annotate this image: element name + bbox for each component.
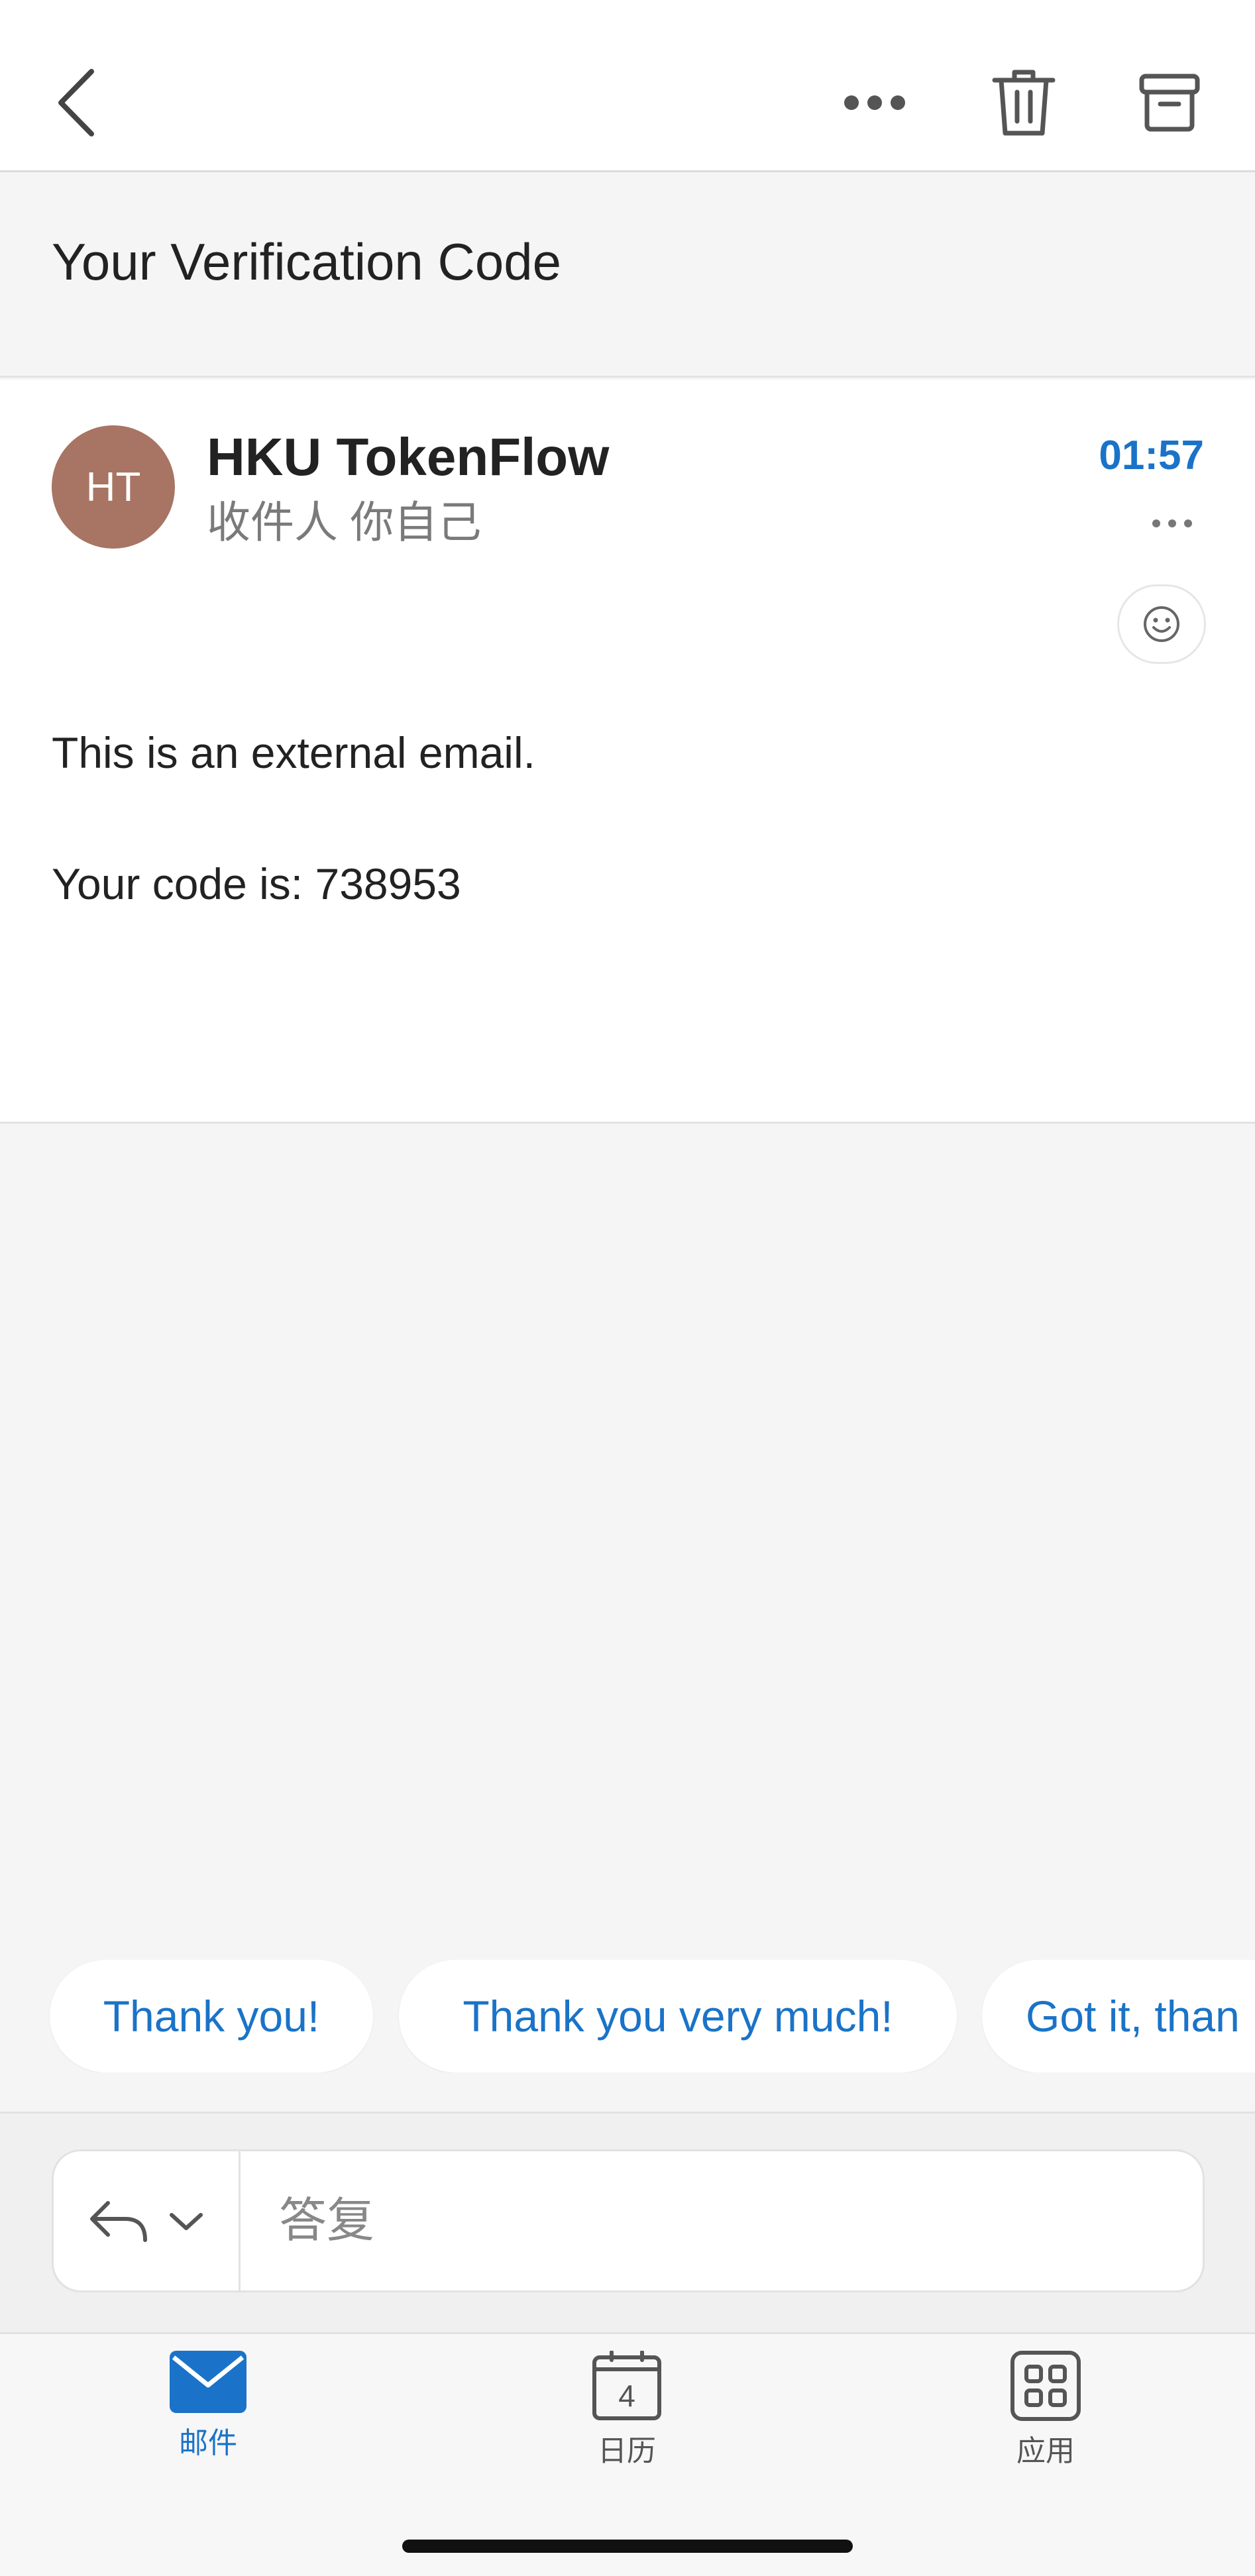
tab-apps[interactable]: 应用 xyxy=(959,2351,1132,2490)
more-horizontal-icon xyxy=(844,95,905,110)
trash-icon xyxy=(992,70,1056,136)
archive-icon xyxy=(1139,74,1200,132)
more-options-button[interactable] xyxy=(828,73,921,133)
email-body-line: Your code is: 738953 xyxy=(52,859,461,908)
email-body-line: This is an external email. xyxy=(52,728,535,777)
smiley-icon xyxy=(1144,606,1179,642)
tab-mail[interactable]: 邮件 xyxy=(122,2351,294,2490)
quick-reply-chip[interactable]: Thank you! xyxy=(50,1960,373,2072)
email-view: Your Verification Code HT HKU TokenFlow … xyxy=(0,0,1255,2576)
sender-avatar[interactable]: HT xyxy=(52,425,175,549)
tab-label: 日历 xyxy=(598,2435,656,2467)
more-horizontal-icon xyxy=(1152,519,1192,527)
tab-label: 邮件 xyxy=(179,2427,237,2459)
quick-replies: Thank you! Thank you very much! Got it, … xyxy=(0,1960,1255,2072)
mail-icon xyxy=(170,2351,246,2413)
tab-calendar[interactable]: 4 日历 xyxy=(541,2351,713,2490)
home-indicator xyxy=(402,2540,853,2553)
chevron-left-icon xyxy=(58,69,94,136)
avatar-initials: HT xyxy=(85,464,141,510)
reply-icon xyxy=(89,2201,147,2242)
quick-reply-chip[interactable]: Thank you very much! xyxy=(399,1960,957,2072)
tab-label: 应用 xyxy=(1016,2435,1075,2467)
quick-reply-chip[interactable]: Got it, than xyxy=(982,1960,1255,2072)
chevron-down-icon xyxy=(169,2213,203,2230)
received-time: 01:57 xyxy=(1099,433,1204,478)
email-subject: Your Verification Code xyxy=(52,233,561,291)
reaction-button[interactable] xyxy=(1117,584,1206,664)
reply-mode-button[interactable] xyxy=(54,2151,241,2290)
recipients-line: 收件人 你自己 xyxy=(207,498,482,547)
apps-icon xyxy=(1010,2351,1081,2421)
sender-name[interactable]: HKU TokenFlow xyxy=(207,424,609,490)
calendar-day-number: 4 xyxy=(618,2379,635,2413)
delete-button[interactable] xyxy=(987,63,1060,142)
top-navigation-bar xyxy=(0,0,1255,172)
archive-button[interactable] xyxy=(1133,63,1206,142)
message-more-button[interactable] xyxy=(1142,504,1202,543)
reply-input[interactable] xyxy=(241,2151,1203,2290)
calendar-icon: 4 xyxy=(592,2351,661,2420)
back-button[interactable] xyxy=(40,60,113,146)
reply-box xyxy=(52,2149,1205,2292)
